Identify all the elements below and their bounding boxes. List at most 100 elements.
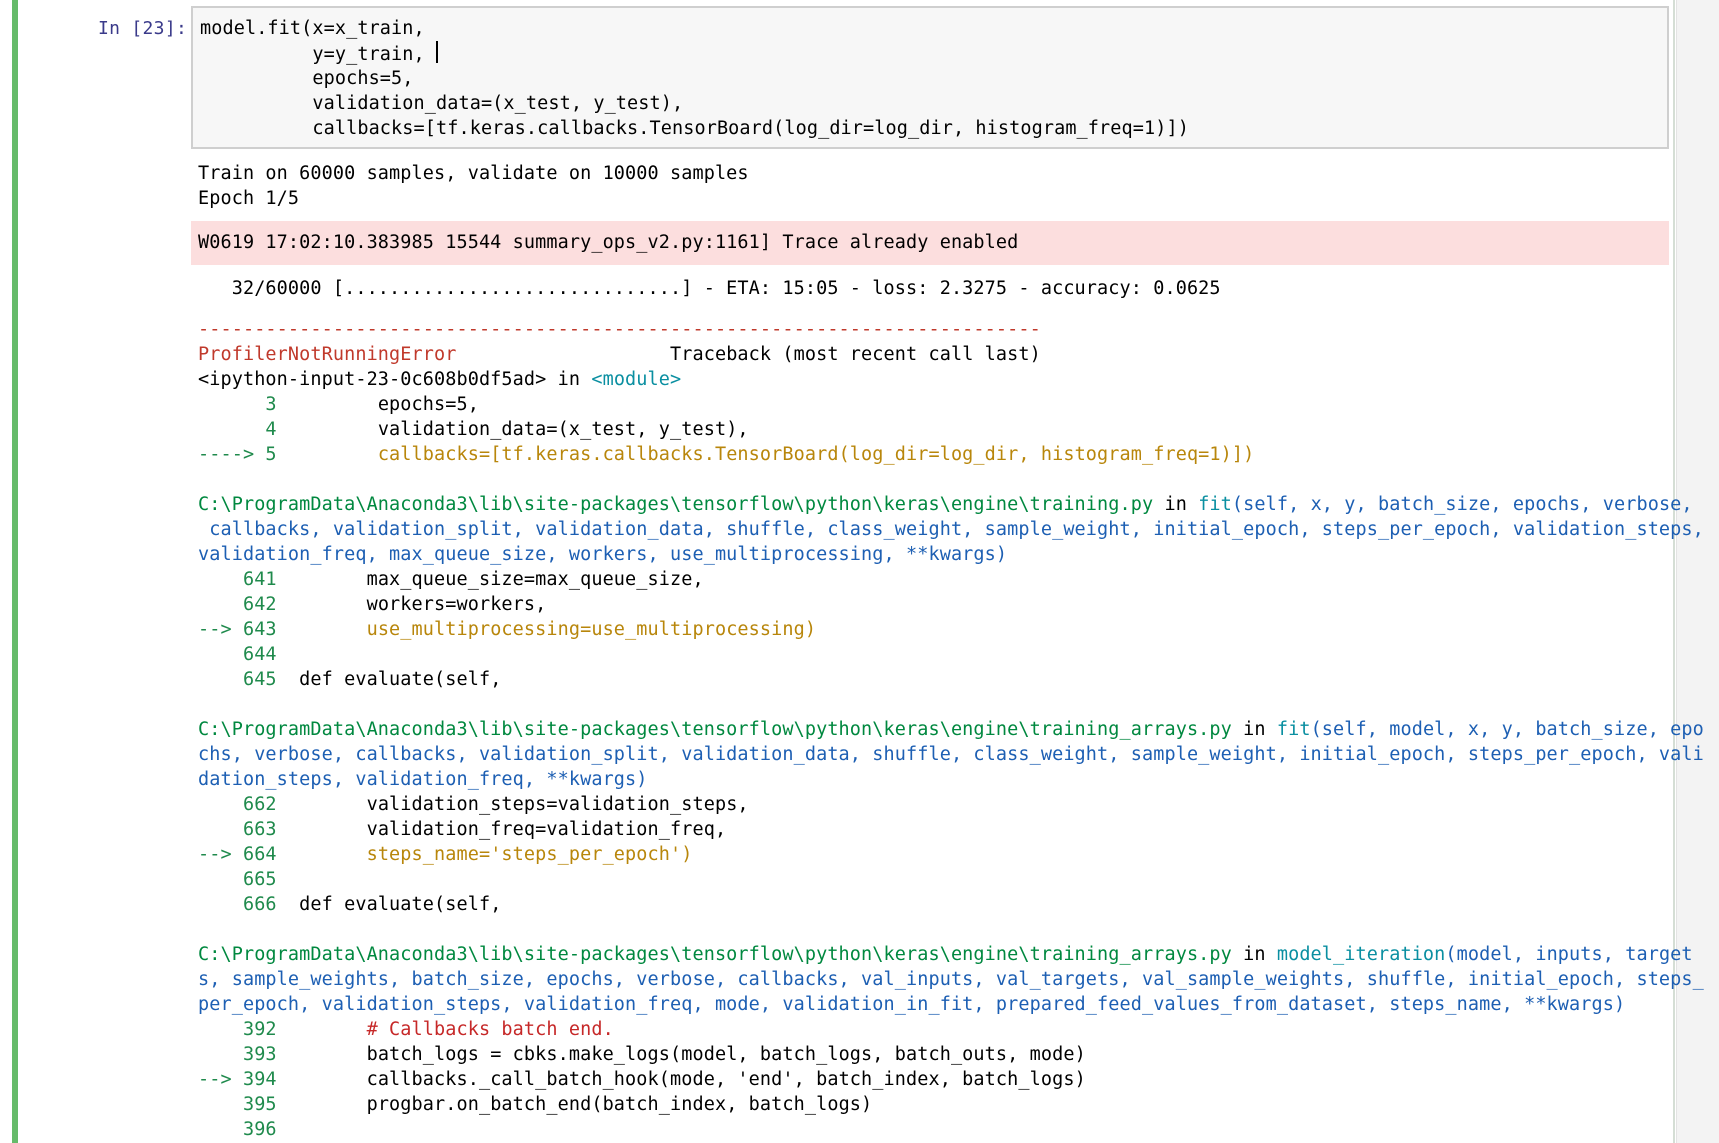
line-number: ----> 5 <box>198 444 277 465</box>
frame-function: model_iteration <box>1276 944 1446 965</box>
line-number: 642 <box>198 594 277 615</box>
line-code: def evaluate(self, <box>276 894 502 915</box>
traceback-header: ProfilerNotRunningError Traceback (most … <box>198 342 1704 367</box>
line-code: # Callbacks batch end. <box>276 1019 614 1040</box>
code-line: callbacks=[tf.keras.callbacks.TensorBoar… <box>200 116 1667 141</box>
frame-args: callbacks, validation_split, validation_… <box>198 519 1704 540</box>
traceback-line: 4 validation_data=(x_test, y_test), <box>198 417 1704 442</box>
line-number: 392 <box>198 1019 277 1040</box>
frame-signature: C:\ProgramData\Anaconda3\lib\site-packag… <box>198 717 1704 742</box>
stderr-text: W0619 17:02:10.383985 15544 summary_ops_… <box>198 232 1019 253</box>
code-line: model.fit(x=x_train, <box>200 16 1667 41</box>
code-text: model.fit(x=x_train, <box>200 18 425 39</box>
notebook-page: In [23]: model.fit(x=x_train, y=y_train,… <box>0 0 1719 1143</box>
traceback-line: 666 def evaluate(self, <box>198 892 1704 917</box>
code-text: validation_data=(x_test, y_test), <box>200 93 684 114</box>
traceback-line: 392 # Callbacks batch end. <box>198 1017 1704 1042</box>
in-keyword: in <box>1231 944 1277 965</box>
line-code: validation_data=(x_test, y_test), <box>276 419 749 440</box>
frame-path: C:\ProgramData\Anaconda3\lib\site-packag… <box>198 944 1232 965</box>
line-code: validation_steps=validation_steps, <box>276 794 749 815</box>
line-code: batch_logs = cbks.make_logs(model, batch… <box>276 1044 1086 1065</box>
frame-args: per_epoch, validation_steps, validation_… <box>198 994 1626 1015</box>
traceback-line: 396 <box>198 1117 1704 1142</box>
line-number: 663 <box>198 819 277 840</box>
traceback-line: --> 664 steps_name='steps_per_epoch') <box>198 842 1704 867</box>
stdout-line: Train on 60000 samples, validate on 1000… <box>198 163 749 184</box>
code-text: callbacks=[tf.keras.callbacks.TensorBoar… <box>200 118 1189 139</box>
traceback-label: Traceback (most recent call last) <box>456 344 1041 365</box>
line-code: steps_name='steps_per_epoch') <box>276 844 693 865</box>
line-code: def evaluate(self, <box>276 669 502 690</box>
line-code: max_queue_size=max_queue_size, <box>276 569 704 590</box>
line-code: callbacks._call_batch_hook(mode, 'end', … <box>276 1069 1086 1090</box>
line-number: 645 <box>198 669 277 690</box>
traceback-line: 662 validation_steps=validation_steps, <box>198 792 1704 817</box>
traceback-line: 642 workers=workers, <box>198 592 1704 617</box>
stdout-line: Epoch 1/5 <box>198 188 300 209</box>
traceback-line: --> 394 callbacks._call_batch_hook(mode,… <box>198 1067 1704 1092</box>
code-text: y=y_train, <box>200 44 436 65</box>
frame-signature: dation_steps, validation_freq, **kwargs) <box>198 767 1704 792</box>
in-keyword: in <box>1153 494 1199 515</box>
traceback-line: 663 validation_freq=validation_freq, <box>198 817 1704 842</box>
frame-signature: per_epoch, validation_steps, validation_… <box>198 992 1704 1017</box>
line-number: 666 <box>198 894 277 915</box>
line-number: 4 <box>198 419 277 440</box>
stderr-output: W0619 17:02:10.383985 15544 summary_ops_… <box>191 221 1669 265</box>
line-number: 3 <box>198 394 277 415</box>
line-code: use_multiprocessing=use_multiprocessing) <box>276 619 817 640</box>
frame-path: C:\ProgramData\Anaconda3\lib\site-packag… <box>198 719 1232 740</box>
traceback-line: 665 <box>198 867 1704 892</box>
frame-signature: s, sample_weights, batch_size, epochs, v… <box>198 967 1704 992</box>
frame-function: fit <box>1276 719 1311 740</box>
traceback-line: --> 643 use_multiprocessing=use_multipro… <box>198 617 1704 642</box>
traceback-line: 393 batch_logs = cbks.make_logs(model, b… <box>198 1042 1704 1067</box>
line-number: --> 394 <box>198 1069 277 1090</box>
module-name: <module> <box>591 369 682 390</box>
traceback-line: 3 epochs=5, <box>198 392 1704 417</box>
traceback-output: ----------------------------------------… <box>198 317 1704 1142</box>
input-location: <ipython-input-23-0c608b0df5ad> in <modu… <box>198 367 1704 392</box>
in-keyword: in <box>1231 719 1277 740</box>
line-code: callbacks=[tf.keras.callbacks.TensorBoar… <box>276 444 1255 465</box>
input-prompt: In [23]: <box>98 18 188 39</box>
frame-args: validation_freq, max_queue_size, workers… <box>198 544 1008 565</box>
text-cursor <box>436 41 438 63</box>
code-editor[interactable]: model.fit(x=x_train, y=y_train, epochs=5… <box>191 6 1669 149</box>
frame-signature: chs, verbose, callbacks, validation_spli… <box>198 742 1704 767</box>
frame-gap <box>198 917 1704 942</box>
traceback-line: 644 <box>198 642 1704 667</box>
line-code: epochs=5, <box>276 394 479 415</box>
traceback-line: 641 max_queue_size=max_queue_size, <box>198 567 1704 592</box>
traceback-line: ----> 5 callbacks=[tf.keras.callbacks.Te… <box>198 442 1704 467</box>
line-number: 395 <box>198 1094 277 1115</box>
frame-args: chs, verbose, callbacks, validation_spli… <box>198 744 1704 765</box>
line-number: 644 <box>198 644 277 665</box>
line-number: 396 <box>198 1119 277 1140</box>
frame-args: (model, inputs, target <box>1445 944 1693 965</box>
line-number: 665 <box>198 869 277 890</box>
code-line: y=y_train, <box>200 41 1667 66</box>
frame-gap <box>198 467 1704 492</box>
code-line: epochs=5, <box>200 66 1667 91</box>
frame-function: fit <box>1198 494 1232 515</box>
code-text: epochs=5, <box>200 68 414 89</box>
traceback-line: 645 def evaluate(self, <box>198 667 1704 692</box>
frame-signature: callbacks, validation_split, validation_… <box>198 517 1704 542</box>
frame-signature: C:\ProgramData\Anaconda3\lib\site-packag… <box>198 492 1704 517</box>
line-number: --> 643 <box>198 619 277 640</box>
frame-args: (self, x, y, batch_size, epochs, verbose… <box>1231 494 1693 515</box>
progress-text: 32/60000 [..............................… <box>198 278 1221 299</box>
progress-output: 32/60000 [..............................… <box>198 276 1221 301</box>
code-line: validation_data=(x_test, y_test), <box>200 91 1667 116</box>
line-code: workers=workers, <box>276 594 547 615</box>
frame-args: (self, model, x, y, batch_size, epo <box>1310 719 1704 740</box>
stdout-output: Train on 60000 samples, validate on 1000… <box>198 161 749 211</box>
frame-signature: validation_freq, max_queue_size, workers… <box>198 542 1704 567</box>
input-cell-id: <ipython-input-23-0c608b0df5ad> <box>198 369 547 390</box>
frame-path: C:\ProgramData\Anaconda3\lib\site-packag… <box>198 494 1154 515</box>
line-number: 662 <box>198 794 277 815</box>
error-name: ProfilerNotRunningError <box>198 344 457 365</box>
frame-signature: C:\ProgramData\Anaconda3\lib\site-packag… <box>198 942 1704 967</box>
